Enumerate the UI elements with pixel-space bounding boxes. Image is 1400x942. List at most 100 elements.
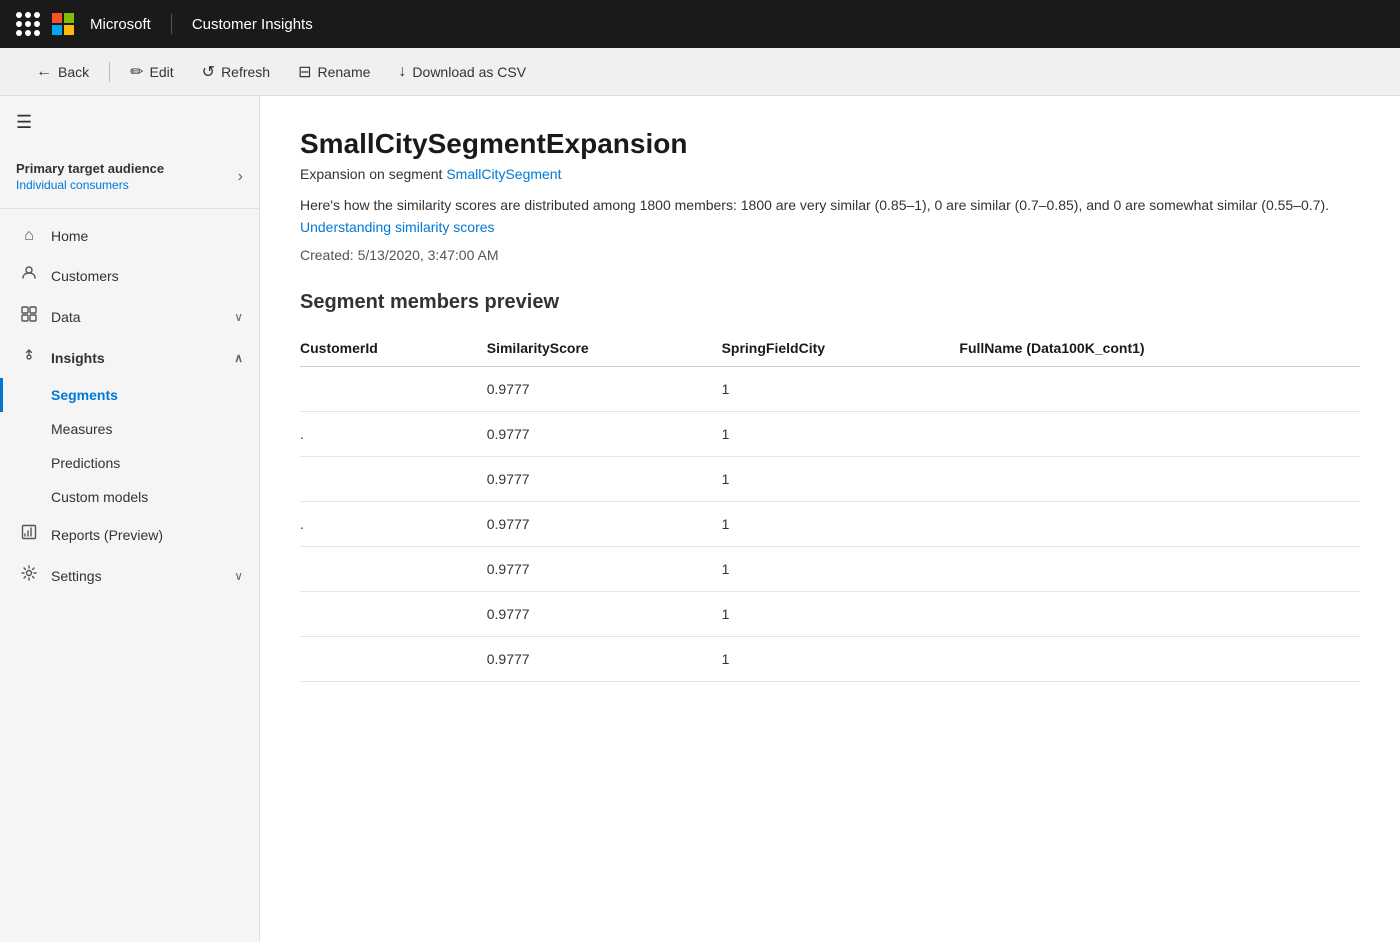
- action-divider: [109, 62, 110, 82]
- sidebar-item-data[interactable]: Data ∨: [0, 296, 259, 337]
- microsoft-label: Microsoft: [90, 16, 151, 33]
- sidebar-subitem-custom-models[interactable]: Custom models: [0, 480, 259, 514]
- cell-full-name: [959, 546, 1360, 591]
- sidebar-subitem-segments[interactable]: Segments: [0, 378, 259, 412]
- sidebar-item-customers[interactable]: Customers: [0, 255, 259, 296]
- microsoft-logo: [52, 13, 74, 35]
- topbar-divider: [171, 14, 172, 34]
- measures-label: Measures: [51, 421, 112, 437]
- sidebar-nav: ⌂ Home Customers: [0, 209, 259, 604]
- cell-springfield-city: 1: [722, 591, 960, 636]
- refresh-label: Refresh: [221, 64, 270, 80]
- rename-button[interactable]: ⊟ Rename: [286, 56, 382, 88]
- insights-chevron-icon: ∧: [234, 351, 243, 365]
- cell-springfield-city: 1: [722, 411, 960, 456]
- refresh-button[interactable]: ↺ Refresh: [190, 56, 282, 88]
- cell-full-name: [959, 456, 1360, 501]
- cell-full-name: [959, 366, 1360, 411]
- table-row: 0.9777 1: [300, 591, 1360, 636]
- download-csv-label: Download as CSV: [412, 64, 526, 80]
- reports-icon: [19, 524, 39, 545]
- cell-similarity-score: 0.9777: [487, 411, 722, 456]
- cell-similarity-score: 0.9777: [487, 636, 722, 681]
- cell-full-name: [959, 636, 1360, 681]
- content-created: Created: 5/13/2020, 3:47:00 AM: [300, 247, 1360, 263]
- cell-customer-id: [300, 366, 487, 411]
- cell-customer-id: [300, 591, 487, 636]
- cell-full-name: [959, 411, 1360, 456]
- sidebar-item-settings[interactable]: Settings ∨: [0, 555, 259, 596]
- content-area: SmallCitySegmentExpansion Expansion on s…: [260, 96, 1400, 942]
- download-icon: ↓: [398, 63, 406, 81]
- cell-similarity-score: 0.9777: [487, 501, 722, 546]
- cell-similarity-score: 0.9777: [487, 591, 722, 636]
- cell-customer-id: [300, 456, 487, 501]
- cell-similarity-score: 0.9777: [487, 456, 722, 501]
- hamburger-button[interactable]: ☰: [0, 96, 259, 149]
- audience-chevron-icon: ›: [238, 168, 243, 186]
- content-subtitle: Expansion on segment SmallCitySegment: [300, 166, 1360, 182]
- sidebar-item-reports[interactable]: Reports (Preview): [0, 514, 259, 555]
- subtitle-prefix: Expansion on segment: [300, 166, 446, 182]
- table-row: 0.9777 1: [300, 456, 1360, 501]
- table-row: 0.9777 1: [300, 636, 1360, 681]
- cell-springfield-city: 1: [722, 546, 960, 591]
- back-button[interactable]: ← Back: [24, 57, 101, 87]
- sidebar-item-reports-label: Reports (Preview): [51, 527, 163, 543]
- sidebar-subitem-measures[interactable]: Measures: [0, 412, 259, 446]
- table-row: 0.9777 1: [300, 546, 1360, 591]
- audience-selector[interactable]: Primary target audience Individual consu…: [0, 149, 259, 209]
- data-chevron-icon: ∨: [234, 310, 243, 324]
- cell-springfield-city: 1: [722, 501, 960, 546]
- data-icon: [19, 306, 39, 327]
- cell-customer-id: [300, 636, 487, 681]
- cell-similarity-score: 0.9777: [487, 546, 722, 591]
- segments-label: Segments: [51, 387, 118, 403]
- edit-button[interactable]: ✏ Edit: [118, 56, 186, 88]
- cell-customer-id: .: [300, 501, 487, 546]
- sidebar-subitem-predictions[interactable]: Predictions: [0, 446, 259, 480]
- customers-icon: [19, 265, 39, 286]
- app-launcher-icon[interactable]: [16, 12, 40, 36]
- rename-icon: ⊟: [298, 62, 311, 82]
- home-icon: ⌂: [19, 227, 39, 245]
- edit-icon: ✏: [130, 62, 143, 82]
- table-body: 0.9777 1 . 0.9777 1 0.9777 1 . 0.9777 1 …: [300, 366, 1360, 681]
- audience-label: Primary target audience: [16, 161, 164, 176]
- sidebar: ☰ Primary target audience Individual con…: [0, 96, 260, 942]
- sidebar-item-insights-label: Insights: [51, 350, 105, 366]
- cell-customer-id: [300, 546, 487, 591]
- sidebar-item-data-label: Data: [51, 309, 81, 325]
- cell-springfield-city: 1: [722, 636, 960, 681]
- audience-value: Individual consumers: [16, 178, 164, 192]
- download-csv-button[interactable]: ↓ Download as CSV: [386, 57, 538, 87]
- section-title: Segment members preview: [300, 291, 1360, 314]
- col-customer-id: CustomerId: [300, 330, 487, 367]
- sidebar-item-settings-label: Settings: [51, 568, 102, 584]
- segment-link[interactable]: SmallCitySegment: [446, 166, 561, 182]
- insights-icon: [19, 347, 39, 368]
- segment-members-table: CustomerId SimilarityScore SpringFieldCi…: [300, 330, 1360, 682]
- predictions-label: Predictions: [51, 455, 120, 471]
- similarity-scores-link[interactable]: Understanding similarity scores: [300, 219, 495, 235]
- main-layout: ☰ Primary target audience Individual con…: [0, 96, 1400, 942]
- col-similarity-score: SimilarityScore: [487, 330, 722, 367]
- sidebar-item-home-label: Home: [51, 228, 88, 244]
- cell-springfield-city: 1: [722, 456, 960, 501]
- description-text: Here's how the similarity scores are dis…: [300, 197, 1329, 213]
- page-title: SmallCitySegmentExpansion: [300, 128, 1360, 160]
- sidebar-item-insights[interactable]: Insights ∧: [0, 337, 259, 378]
- content-description: Here's how the similarity scores are dis…: [300, 194, 1360, 239]
- settings-chevron-icon: ∨: [234, 569, 243, 583]
- cell-similarity-score: 0.9777: [487, 366, 722, 411]
- topbar: Microsoft Customer Insights: [0, 0, 1400, 48]
- back-icon: ←: [36, 63, 52, 81]
- edit-label: Edit: [150, 64, 174, 80]
- table-row: 0.9777 1: [300, 366, 1360, 411]
- insights-subnav: Segments Measures Predictions Custom mod…: [0, 378, 259, 514]
- actionbar: ← Back ✏ Edit ↺ Refresh ⊟ Rename ↓ Downl…: [0, 48, 1400, 96]
- rename-label: Rename: [318, 64, 371, 80]
- sidebar-item-home[interactable]: ⌂ Home: [0, 217, 259, 255]
- col-springfield-city: SpringFieldCity: [722, 330, 960, 367]
- cell-springfield-city: 1: [722, 366, 960, 411]
